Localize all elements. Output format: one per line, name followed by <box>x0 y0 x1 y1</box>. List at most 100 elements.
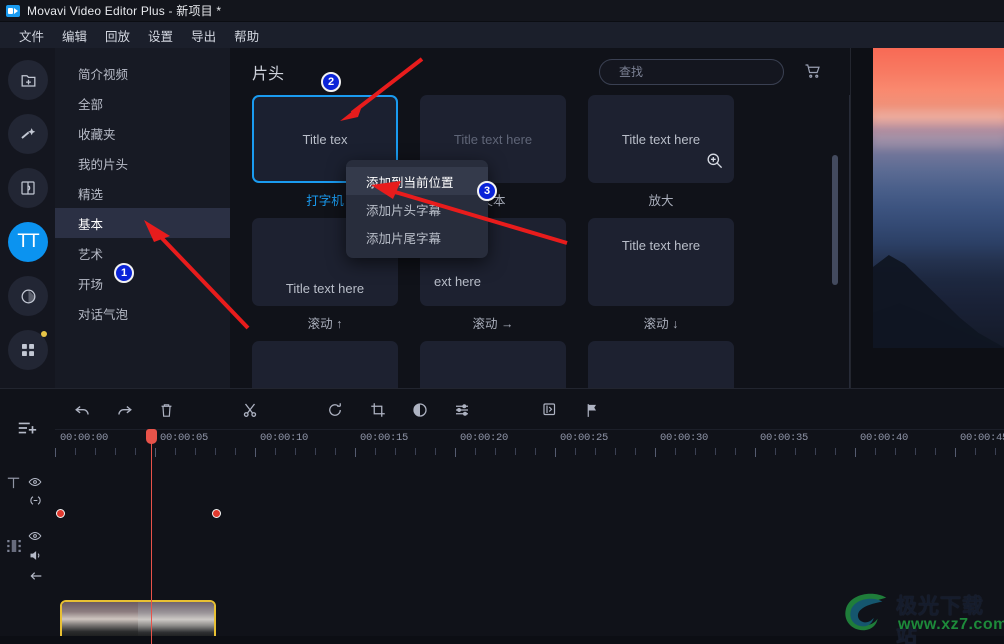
timeline-toolbar <box>0 389 1004 429</box>
ruler-tick <box>735 448 736 455</box>
marker-button[interactable] <box>580 398 604 422</box>
ruler-tick <box>575 448 576 455</box>
rail-button-filters[interactable] <box>8 276 48 316</box>
ruler-tick <box>535 448 536 455</box>
title-card-label: 滚动 → <box>472 317 514 331</box>
category-item-all[interactable]: 全部 <box>55 88 230 118</box>
ruler-tick <box>795 448 796 455</box>
title-card-partial[interactable] <box>252 341 398 388</box>
clip-handle-right[interactable] <box>212 509 221 518</box>
annotation-arrow-to-basic <box>144 220 250 330</box>
title-card-scroll-down[interactable]: Title text here 滚动 ↓ <box>588 218 734 332</box>
ruler-tick <box>895 448 896 455</box>
menu-file[interactable]: 文件 <box>10 23 53 48</box>
title-card-partial[interactable] <box>588 341 734 388</box>
ruler-label: 00:00:00 <box>60 432 109 444</box>
clip-handle-left[interactable] <box>56 509 65 518</box>
color-adjust-button[interactable] <box>408 398 432 422</box>
category-item-intro-video[interactable]: 简介视频 <box>55 58 230 88</box>
ruler-tick <box>195 448 196 455</box>
annotation-badge-1: 1 <box>114 263 134 283</box>
annotation-arrow-to-card <box>340 57 424 121</box>
ruler-tick <box>415 448 416 455</box>
rotate-button[interactable] <box>323 398 347 422</box>
delete-button[interactable] <box>154 398 178 422</box>
ruler-tick <box>295 448 296 455</box>
ruler-tick <box>395 448 396 455</box>
timeline-ruler[interactable]: 00:00:00 00:00:05 00:00:10 00:00:15 00:0… <box>55 429 1004 457</box>
redo-icon <box>117 405 132 415</box>
category-item-featured[interactable]: 精选 <box>55 178 230 208</box>
category-item-favorites[interactable]: 收藏夹 <box>55 118 230 148</box>
menu-edit[interactable]: 编辑 <box>53 23 96 48</box>
ruler-tick <box>235 448 236 455</box>
ruler-label: 00:00:30 <box>660 432 709 444</box>
ruler-tick <box>655 448 656 457</box>
menu-help[interactable]: 帮助 <box>225 23 268 48</box>
split-button[interactable] <box>238 398 262 422</box>
add-track-button[interactable] <box>0 417 55 444</box>
title-card-preview-text: Title text here <box>621 238 701 253</box>
split-scissors-icon <box>243 403 257 417</box>
title-card-preview-text: Title text here <box>285 281 365 296</box>
ruler-tick <box>375 448 376 455</box>
redo-button[interactable] <box>112 398 136 422</box>
title-card-zoom[interactable]: Title text here 放大 <box>588 95 734 209</box>
ruler-tick <box>755 448 756 457</box>
ruler-tick <box>515 448 516 455</box>
crop-button[interactable] <box>366 398 390 422</box>
ruler-label: 00:00:15 <box>360 432 409 444</box>
ruler-tick <box>55 448 56 457</box>
menu-playback[interactable]: 回放 <box>96 23 139 48</box>
chroma-key-icon <box>543 403 556 416</box>
ruler-tick <box>635 448 636 455</box>
mountain-ridge-front <box>873 255 1004 348</box>
menu-settings[interactable]: 设置 <box>139 23 182 48</box>
chroma-key-button[interactable] <box>538 398 562 422</box>
ruler-tick <box>455 448 456 457</box>
rail-button-import[interactable] <box>8 60 48 100</box>
title-card-preview-text: Title tex <box>302 131 348 147</box>
category-item-my-titles[interactable]: 我的片头 <box>55 148 230 178</box>
equalizer-button[interactable] <box>450 398 474 422</box>
aurora-swirl-icon <box>845 593 887 631</box>
ruler-tick <box>775 448 776 455</box>
ruler-label: 00:00:10 <box>260 432 309 444</box>
search-box[interactable] <box>599 59 784 85</box>
cart-button[interactable] <box>804 62 822 85</box>
ruler-tick <box>255 448 256 457</box>
ruler-tick <box>95 448 96 455</box>
rail-button-titles[interactable]: TT <box>8 222 48 262</box>
rail-button-more[interactable] <box>8 330 48 370</box>
rail-button-magic[interactable] <box>8 114 48 154</box>
title-card-partial[interactable] <box>420 341 566 388</box>
ruler-label: 00:00:45 <box>960 432 1004 444</box>
titles-icon: TT <box>17 231 39 252</box>
search-input[interactable] <box>609 65 774 79</box>
title-bar: Movavi Video Editor Plus - 新项目 * <box>0 0 1004 22</box>
ruler-label: 00:00:20 <box>460 432 509 444</box>
add-track-icon <box>18 422 37 434</box>
undo-icon <box>74 405 89 415</box>
title-card-preview-text: Title text here <box>621 131 701 147</box>
color-adjust-icon <box>413 403 427 417</box>
browser-scrollbar[interactable] <box>832 155 838 285</box>
ruler-tick <box>335 448 336 455</box>
ruler-tick <box>855 448 856 457</box>
rotate-icon <box>329 403 341 416</box>
menu-export[interactable]: 导出 <box>182 23 225 48</box>
playhead[interactable] <box>146 429 157 644</box>
undo-button[interactable] <box>70 398 94 422</box>
ruler-tick <box>615 448 616 455</box>
preview-panel: 00:00:05.761 <box>850 48 1004 423</box>
title-card-thumbnail: Title text here <box>588 95 734 183</box>
rail-button-transitions[interactable] <box>8 168 48 208</box>
ruler-tick <box>835 448 836 455</box>
ruler-tick <box>935 448 936 455</box>
clip-thumbnails <box>62 602 214 640</box>
title-card-label: 滚动 ↑ <box>307 317 343 331</box>
ruler-label: 00:00:25 <box>560 432 609 444</box>
filters-icon <box>21 289 35 303</box>
playhead-knob[interactable] <box>146 429 157 444</box>
annotation-badge-3: 3 <box>477 181 497 201</box>
